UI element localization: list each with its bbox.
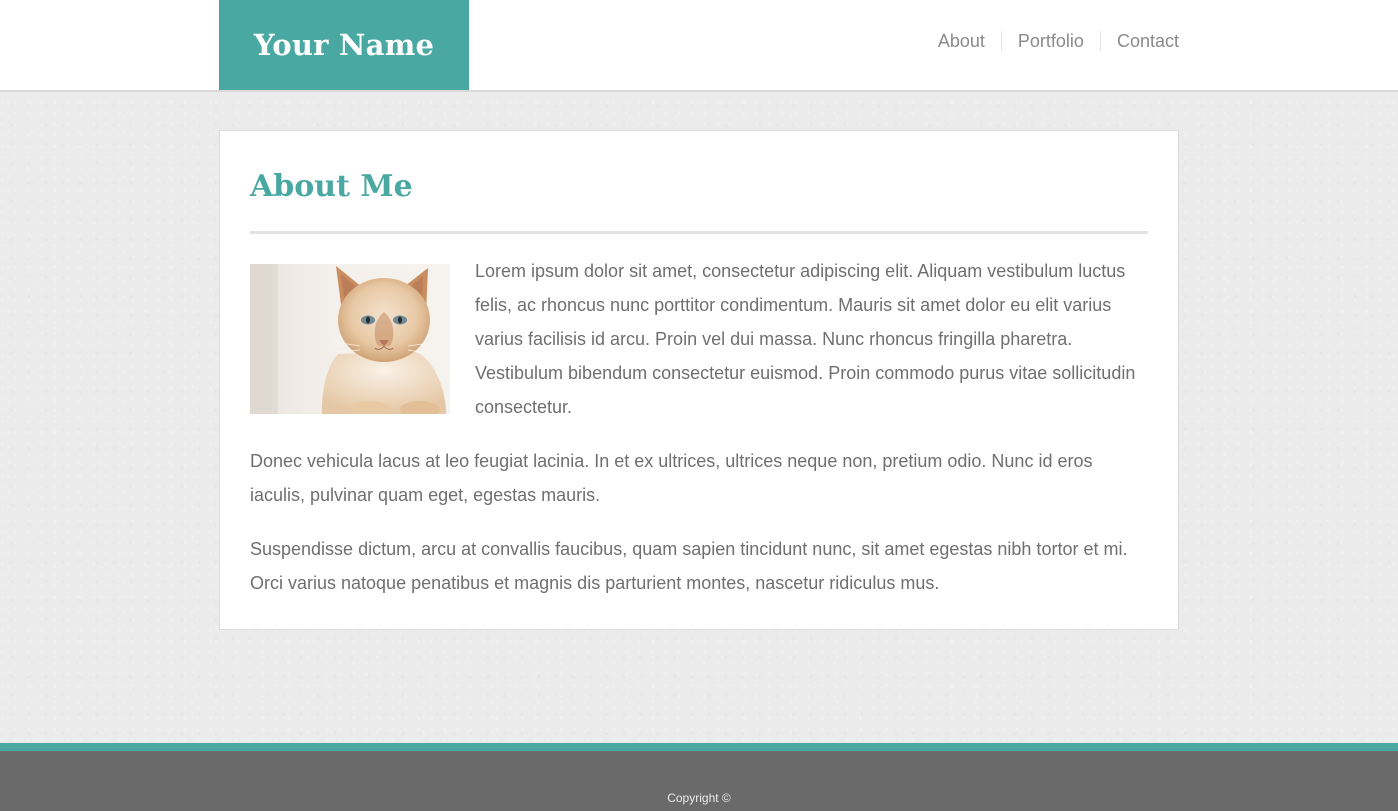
page-title: About Me (250, 169, 413, 204)
nav-link-about[interactable]: About (922, 31, 1001, 51)
intro-paragraph: Lorem ipsum dolor sit amet, consectetur … (475, 261, 1136, 417)
intro-section: Lorem ipsum dolor sit amet, consectetur … (250, 261, 1148, 424)
site-header: Your Name About Portfolio Contact (0, 0, 1398, 92)
copyright-text: Copyright © (667, 791, 731, 805)
main-nav: About Portfolio Contact (922, 31, 1179, 51)
site-footer: Copyright © (0, 751, 1398, 811)
body-paragraph: Suspendisse dictum, arcu at convallis fa… (250, 539, 1128, 593)
about-card: About Me Lorem ipsum dolor sit amet, con… (219, 130, 1179, 630)
body-paragraph: Donec vehicula lacus at leo feugiat laci… (250, 451, 1093, 505)
brand-logo[interactable]: Your Name (219, 0, 469, 90)
footer-accent-bar (0, 743, 1398, 751)
nav-link-portfolio[interactable]: Portfolio (1000, 31, 1100, 51)
brand-name: Your Name (253, 28, 435, 62)
title-divider (250, 231, 1148, 234)
cat-photo (250, 264, 450, 414)
nav-link-contact[interactable]: Contact (1099, 31, 1179, 51)
